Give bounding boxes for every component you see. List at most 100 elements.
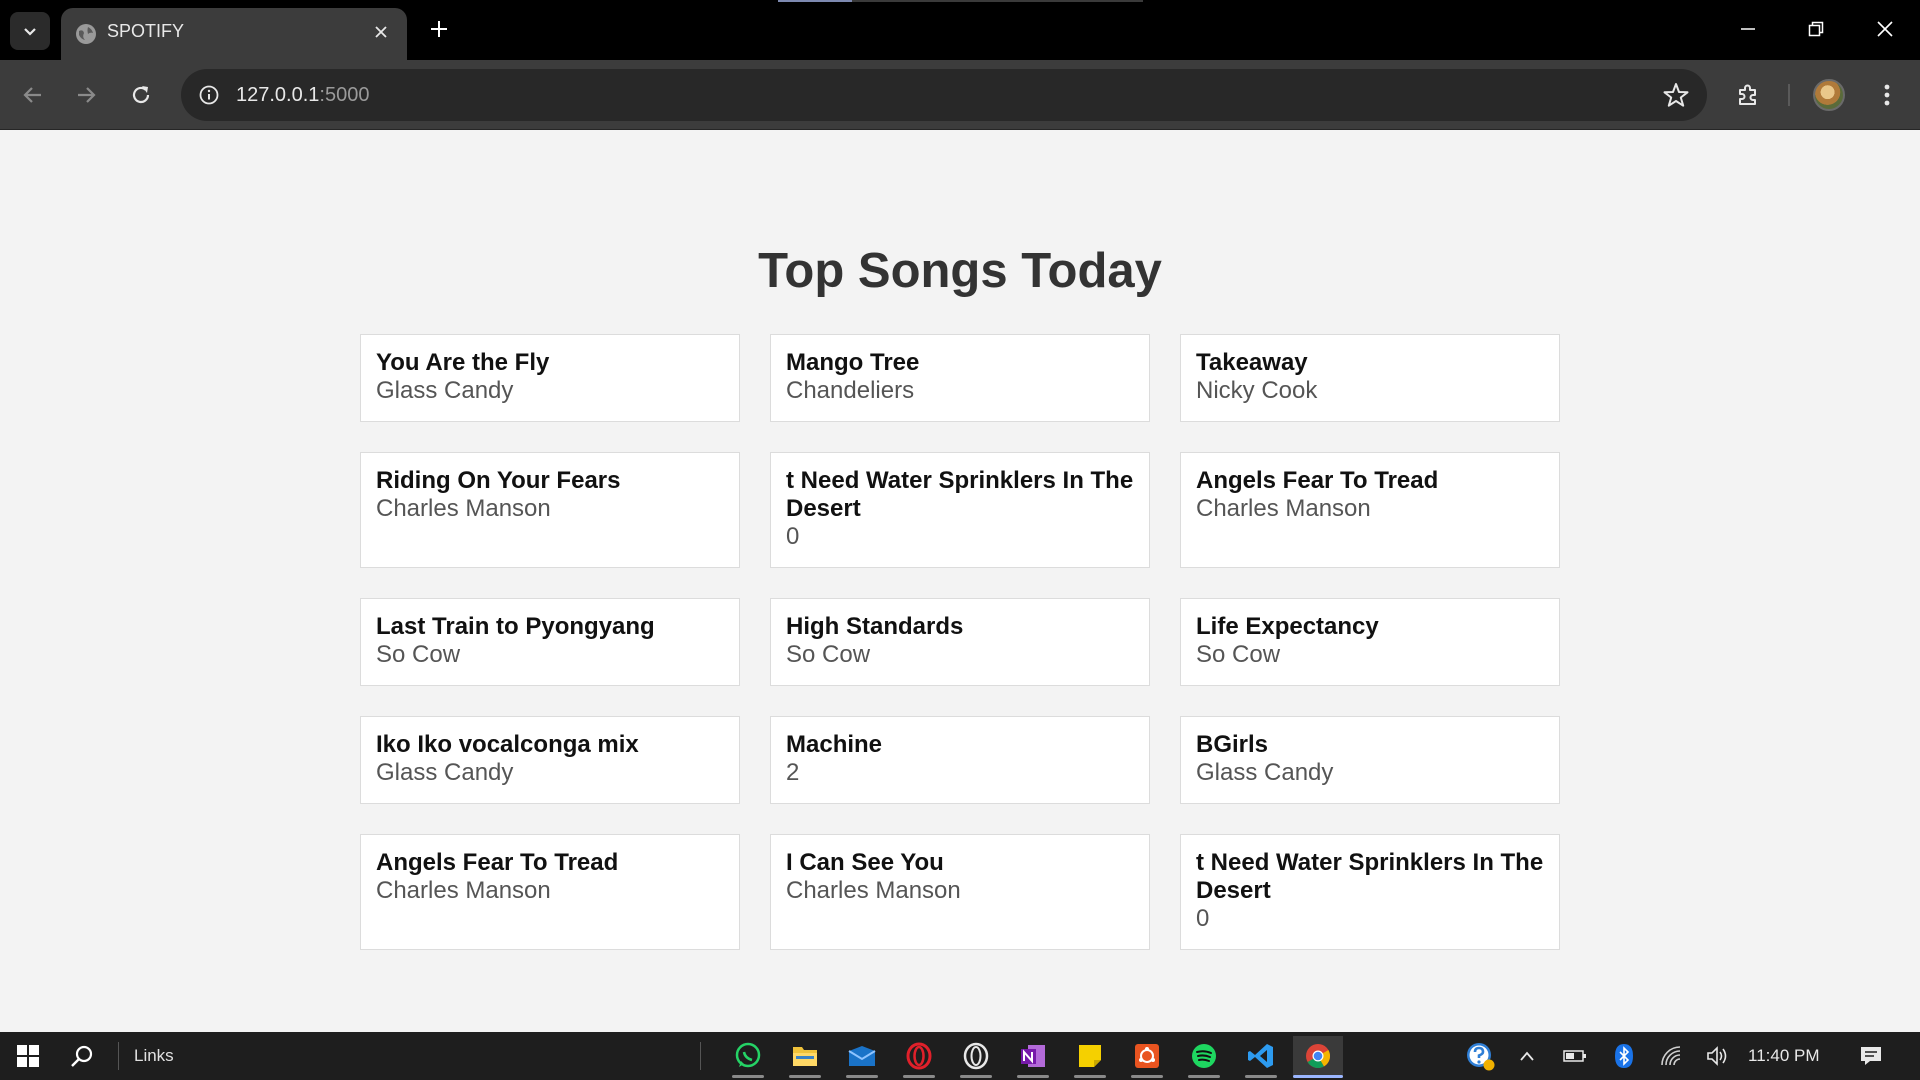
tab-search-button[interactable] xyxy=(10,12,50,50)
close-icon xyxy=(1877,21,1893,37)
song-card[interactable]: BGirls Glass Candy xyxy=(1180,716,1560,804)
song-title: High Standards xyxy=(786,613,964,640)
song-artist: So Cow xyxy=(1196,641,1281,668)
page-title: Top Songs Today xyxy=(758,244,1162,298)
song-card[interactable]: You Are the Fly Glass Candy xyxy=(360,334,740,422)
taskbar-divider xyxy=(700,1042,701,1070)
song-card[interactable]: Iko Iko vocalconga mix Glass Candy xyxy=(360,716,740,804)
ubuntu-icon xyxy=(1135,1044,1159,1068)
star-icon[interactable] xyxy=(1663,82,1689,108)
opera-icon xyxy=(906,1042,932,1070)
minimize-button[interactable] xyxy=(1720,8,1776,50)
song-title: Angels Fear To Tread xyxy=(376,849,619,876)
taskbar-divider xyxy=(118,1042,119,1070)
song-card[interactable]: t Need Water Sprinklers In The Desert 0 xyxy=(1180,834,1560,950)
taskbar-app-chrome[interactable] xyxy=(1293,1036,1343,1078)
volume-icon xyxy=(1707,1046,1727,1066)
start-button[interactable] xyxy=(4,1032,52,1080)
spotify-icon xyxy=(1192,1044,1216,1068)
url-text: 127.0.0.1:5000 xyxy=(236,69,369,121)
info-icon xyxy=(199,85,219,105)
links-toolbar[interactable]: Links xyxy=(134,1032,174,1080)
song-artist: Charles Manson xyxy=(1196,495,1371,522)
browser-menu-button[interactable] xyxy=(1868,76,1906,114)
site-info-button[interactable] xyxy=(193,79,225,111)
song-card[interactable]: I Can See You Charles Manson xyxy=(770,834,1150,950)
song-artist: Charles Manson xyxy=(376,877,551,904)
chevron-down-icon xyxy=(24,28,36,36)
song-title: Takeaway xyxy=(1196,349,1308,376)
song-artist: Chandeliers xyxy=(786,377,915,404)
tray-help[interactable] xyxy=(1460,1032,1500,1080)
song-card[interactable]: Last Train to Pyongyang So Cow xyxy=(360,598,740,686)
taskbar-app-sticky-notes[interactable] xyxy=(1065,1036,1115,1078)
browser-tabstrip: SPOTIFY xyxy=(0,0,1920,60)
arrow-right-icon xyxy=(78,87,96,103)
tab-loading-bar xyxy=(778,0,1143,2)
tray-volume[interactable] xyxy=(1703,1032,1733,1080)
url-port: :5000 xyxy=(319,84,370,106)
back-button[interactable] xyxy=(14,76,52,114)
song-card[interactable]: Angels Fear To Tread Charles Manson xyxy=(360,834,740,950)
tab-close-button[interactable] xyxy=(369,20,393,44)
song-artist: So Cow xyxy=(786,641,871,668)
help-icon xyxy=(1467,1043,1495,1071)
song-card[interactable]: Angels Fear To Tread Charles Manson xyxy=(1180,452,1560,568)
song-card[interactable]: Riding On Your Fears Charles Manson xyxy=(360,452,740,568)
taskbar-app-onenote[interactable] xyxy=(1008,1036,1058,1078)
song-card[interactable]: High Standards So Cow xyxy=(770,598,1150,686)
new-tab-button[interactable] xyxy=(424,14,454,44)
notification-icon xyxy=(1861,1047,1881,1065)
taskbar-app-vscode[interactable] xyxy=(1236,1036,1286,1078)
song-artist: So Cow xyxy=(376,641,461,668)
song-card[interactable]: Takeaway Nicky Cook xyxy=(1180,334,1560,422)
close-window-button[interactable] xyxy=(1857,8,1913,50)
song-artist: Glass Candy xyxy=(1196,759,1334,786)
reload-button[interactable] xyxy=(122,76,160,114)
tray-battery[interactable] xyxy=(1560,1032,1590,1080)
taskbar-clock[interactable]: 11:40 PM xyxy=(1748,1032,1820,1080)
tray-network[interactable] xyxy=(1657,1032,1687,1080)
song-title: Life Expectancy xyxy=(1196,613,1379,640)
extensions-button[interactable] xyxy=(1729,76,1767,114)
minimize-icon xyxy=(1741,28,1755,30)
taskbar-app-file-explorer[interactable] xyxy=(780,1036,830,1078)
song-card[interactable]: Mango Tree Chandeliers xyxy=(770,334,1150,422)
restore-icon xyxy=(1808,21,1824,37)
close-icon xyxy=(375,26,387,38)
taskbar-search-button[interactable] xyxy=(58,1032,106,1080)
song-title: Mango Tree xyxy=(786,349,920,376)
taskbar-app-mail[interactable] xyxy=(837,1036,887,1078)
tray-overflow-button[interactable] xyxy=(1513,1032,1541,1080)
chevron-up-icon xyxy=(1520,1051,1534,1061)
browser-tab-active[interactable]: SPOTIFY xyxy=(61,8,407,60)
taskbar-app-opera[interactable] xyxy=(894,1036,944,1078)
song-card[interactable]: Machine 2 xyxy=(770,716,1150,804)
forward-button[interactable] xyxy=(67,76,105,114)
globe-icon xyxy=(76,24,96,44)
puzzle-icon xyxy=(1739,84,1756,105)
taskbar-app-whatsapp[interactable] xyxy=(723,1036,773,1078)
song-title: I Can See You xyxy=(786,849,944,876)
song-title: Angels Fear To Tread xyxy=(1196,467,1439,494)
profile-avatar[interactable] xyxy=(1813,79,1845,111)
song-title: BGirls xyxy=(1196,731,1269,758)
taskbar-app-spotify[interactable] xyxy=(1179,1036,1229,1078)
action-center-button[interactable] xyxy=(1856,1032,1886,1080)
reload-icon xyxy=(132,86,150,104)
onenote-icon xyxy=(1021,1045,1045,1067)
restore-button[interactable] xyxy=(1788,8,1844,50)
mail-icon xyxy=(848,1046,876,1066)
song-title: Riding On Your Fears xyxy=(376,467,621,494)
song-artist: 0 xyxy=(1196,905,1210,932)
chrome-icon xyxy=(1306,1044,1331,1069)
song-card[interactable]: Life Expectancy So Cow xyxy=(1180,598,1560,686)
tray-bluetooth[interactable] xyxy=(1610,1032,1638,1080)
song-artist: Nicky Cook xyxy=(1196,377,1318,404)
song-artist: Charles Manson xyxy=(376,495,551,522)
taskbar-app-ubuntu[interactable] xyxy=(1122,1036,1172,1078)
song-card[interactable]: t Need Water Sprinklers In The Desert 0 xyxy=(770,452,1150,568)
address-bar[interactable]: 127.0.0.1:5000 xyxy=(181,69,1707,121)
file-explorer-icon xyxy=(793,1047,817,1066)
taskbar-app-opera-gx[interactable] xyxy=(951,1036,1001,1078)
